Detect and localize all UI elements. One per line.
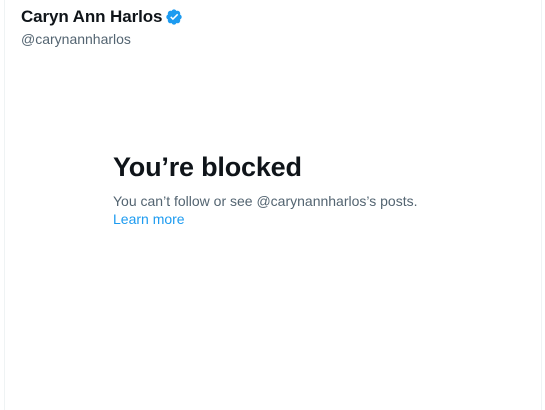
profile-column: Caryn Ann Harlos @carynannharlos You’re … (4, 0, 542, 410)
profile-header: Caryn Ann Harlos @carynannharlos (21, 6, 183, 47)
verified-badge-icon[interactable] (165, 8, 183, 26)
blocked-title: You’re blocked (113, 152, 302, 182)
blocked-notice: You’re blocked You can’t follow or see @… (113, 150, 443, 229)
name-row: Caryn Ann Harlos (21, 6, 183, 28)
learn-more-link[interactable]: Learn more (113, 210, 185, 228)
profile-handle: @carynannharlos (21, 31, 131, 47)
display-name: Caryn Ann Harlos (21, 7, 163, 26)
blocked-description: You can’t follow or see @carynannharlos’… (113, 193, 418, 209)
